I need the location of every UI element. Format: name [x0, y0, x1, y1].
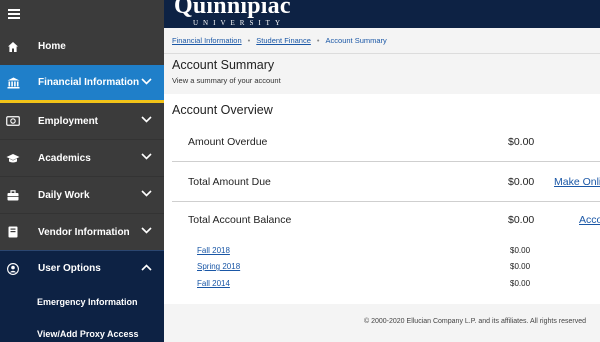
total-account-balance-value: $0.00	[508, 214, 535, 226]
chevron-down-icon	[141, 190, 152, 197]
sidebar-item-employment[interactable]: Employment	[0, 103, 164, 139]
chevron-down-icon	[141, 227, 152, 234]
university-logo-subtitle: UNIVERSITY	[193, 19, 285, 27]
sidebar-item-label: Employment	[38, 115, 99, 127]
term-amount: $0.00	[510, 246, 531, 255]
user-icon	[6, 262, 20, 276]
divider	[172, 201, 600, 202]
header-bar: Quinnipiac UNIVERSITY	[164, 0, 600, 28]
chevron-up-icon	[141, 264, 152, 271]
account-details-link[interactable]: Acco	[579, 214, 600, 226]
breadcrumb-student-finance[interactable]: Student Finance	[256, 36, 311, 45]
total-amount-due-value: $0.00	[508, 176, 535, 188]
sidebar-item-label: Financial Information	[38, 77, 140, 88]
term-link-fall-2018[interactable]: Fall 2018	[197, 246, 230, 255]
page-subtitle: View a summary of your account	[172, 76, 281, 85]
term-link-spring-2018[interactable]: Spring 2018	[197, 262, 240, 271]
term-amount: $0.00	[510, 279, 531, 288]
breadcrumb-current: Account Summary	[325, 36, 387, 45]
sidebar-subitem-proxy-access[interactable]: View/Add Proxy Access	[0, 318, 164, 342]
sidebar-item-academics[interactable]: Academics	[0, 140, 164, 176]
breadcrumb-separator: •	[247, 36, 251, 45]
money-icon	[6, 114, 20, 128]
briefcase-icon	[6, 188, 20, 202]
make-online-payment-link[interactable]: Make Onli	[554, 176, 600, 188]
menu-toggle-button[interactable]	[0, 0, 164, 28]
home-icon	[6, 40, 20, 54]
sidebar-item-label: Academics	[38, 152, 91, 164]
amount-overdue-value: $0.00	[508, 136, 535, 148]
graduation-cap-icon	[6, 151, 20, 165]
breadcrumb-separator: •	[316, 36, 320, 45]
account-overview-panel: Account Overview Amount Overdue $0.00 To…	[164, 94, 600, 304]
chevron-down-icon	[141, 153, 152, 160]
copyright-text: © 2000-2020 Ellucian Company L.P. and it…	[364, 318, 587, 325]
sidebar-item-user-options[interactable]: User Options	[0, 250, 164, 286]
overview-title: Account Overview	[172, 103, 273, 117]
sidebar-item-financial-information[interactable]: Financial Information	[0, 65, 164, 103]
sidebar-item-home[interactable]: Home	[0, 28, 164, 65]
total-account-balance-label: Total Account Balance	[188, 214, 292, 226]
bank-icon	[6, 76, 20, 90]
sidebar-subitem-emergency-information[interactable]: Emergency Information	[0, 286, 164, 318]
divider	[164, 53, 600, 54]
sidebar-item-label: Vendor Information	[38, 226, 130, 238]
chevron-down-icon	[141, 116, 152, 123]
sidebar-item-label: Daily Work	[38, 189, 90, 201]
divider	[172, 161, 600, 162]
university-logo[interactable]: Quinnipiac	[174, 0, 291, 20]
sidebar-item-daily-work[interactable]: Daily Work	[0, 177, 164, 213]
page-title: Account Summary	[172, 58, 275, 72]
hamburger-icon	[8, 9, 20, 19]
sidebar-item-label: Home	[38, 41, 66, 52]
amount-overdue-label: Amount Overdue	[188, 136, 268, 148]
footer: © 2000-2020 Ellucian Company L.P. and it…	[164, 304, 600, 342]
chevron-down-icon	[141, 78, 152, 85]
term-amount: $0.00	[510, 262, 531, 271]
total-amount-due-label: Total Amount Due	[188, 176, 271, 188]
breadcrumb: Financial Information • Student Finance …	[164, 28, 600, 53]
breadcrumb-financial-information[interactable]: Financial Information	[172, 36, 242, 45]
sidebar: Home Financial Information Employment Ac…	[0, 0, 164, 342]
sidebar-item-label: User Options	[38, 263, 101, 274]
book-icon	[6, 225, 20, 239]
sidebar-item-vendor-information[interactable]: Vendor Information	[0, 214, 164, 250]
term-link-fall-2014[interactable]: Fall 2014	[197, 279, 230, 288]
